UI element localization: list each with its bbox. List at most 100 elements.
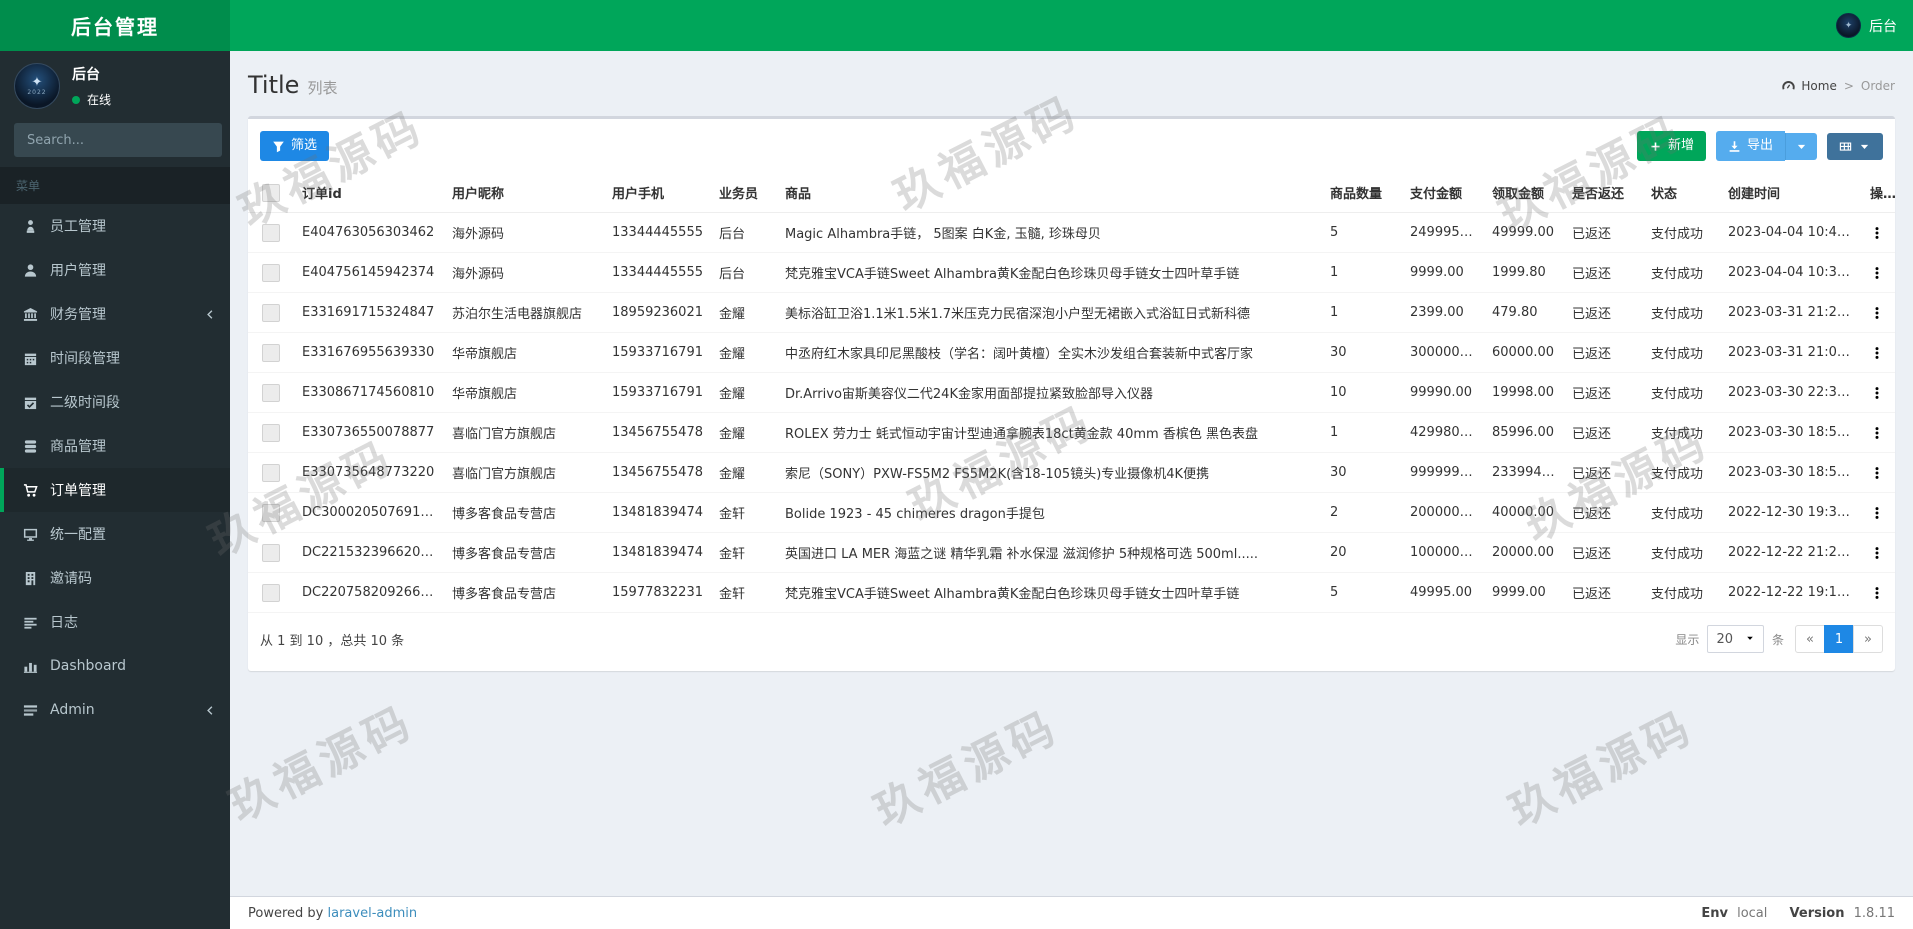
- user-status[interactable]: 在线: [72, 91, 111, 108]
- column-header[interactable]: 操作: [1862, 173, 1895, 213]
- row-actions-icon[interactable]: [1870, 586, 1887, 600]
- cell-nickname: 华帝旗舰店: [444, 332, 604, 373]
- cell-order-id: E331691715324847: [294, 292, 444, 333]
- cell-checkbox: [248, 252, 294, 293]
- row-actions-icon[interactable]: [1870, 506, 1887, 520]
- cell-phone: 15933716791: [604, 332, 711, 373]
- cell-pay-amount: 429980.00: [1402, 412, 1484, 453]
- cell-agent: 金耀: [711, 292, 777, 333]
- avatar: ✦: [1836, 13, 1861, 38]
- column-header[interactable]: 是否返还: [1564, 173, 1643, 213]
- cell-created-at: 2022-12-30 19:36:45: [1720, 492, 1862, 533]
- cell-pay-amount: 200000.00: [1402, 492, 1484, 533]
- row-actions-icon[interactable]: [1870, 546, 1887, 560]
- column-header[interactable]: 用户手机: [604, 173, 711, 213]
- row-checkbox[interactable]: [262, 223, 280, 242]
- cell-pay-amount: 300000.00: [1402, 332, 1484, 373]
- building-icon: [18, 571, 42, 586]
- app-logo[interactable]: 后台管理: [0, 0, 230, 51]
- cell-agent: 金耀: [711, 332, 777, 373]
- row-checkbox[interactable]: [262, 543, 280, 562]
- cell-agent: 金耀: [711, 452, 777, 493]
- row-checkbox[interactable]: [262, 503, 280, 522]
- search-input[interactable]: [14, 123, 210, 157]
- row-actions-icon[interactable]: [1870, 466, 1887, 480]
- user-status-label: 在线: [87, 93, 112, 107]
- export-button[interactable]: 导出: [1715, 131, 1785, 161]
- cell-returned: 已返还: [1564, 292, 1643, 333]
- column-header[interactable]: 创建时间: [1720, 173, 1862, 213]
- cell-pay-amount: 49995.00: [1402, 572, 1484, 613]
- cell-returned: 已返还: [1564, 252, 1643, 293]
- sidebar-item-employee[interactable]: 员工管理: [0, 204, 230, 248]
- cell-order-id: DC30002050769130: [294, 492, 444, 533]
- per-page-select[interactable]: 20: [1707, 625, 1764, 653]
- sidebar-item-admin[interactable]: Admin: [0, 688, 230, 732]
- add-button[interactable]: 新增: [1636, 131, 1706, 161]
- table-row: E404763056303462 海外源码 13344445555 后台 Magic A…: [248, 212, 1895, 253]
- column-header[interactable]: 订单id: [294, 173, 444, 213]
- row-actions-icon[interactable]: [1870, 426, 1887, 440]
- cell-pay-amount: 249995.00: [1402, 212, 1484, 253]
- row-checkbox[interactable]: [262, 463, 280, 482]
- column-selector-button[interactable]: [1827, 132, 1883, 160]
- table-summary: 从 1 到 10 ，总共 10 条: [260, 633, 405, 649]
- sidebar-item-invite-code[interactable]: 邀请码: [0, 556, 230, 600]
- cell-receive-amount: 233994.00: [1484, 452, 1564, 493]
- cell-returned: 已返还: [1564, 532, 1643, 573]
- row-actions-icon[interactable]: [1870, 266, 1887, 280]
- cell-actions: [1862, 492, 1895, 533]
- sidebar-item-label: 订单管理: [50, 483, 106, 499]
- column-header[interactable]: 用户昵称: [444, 173, 604, 213]
- sidebar-item-label: 员工管理: [50, 219, 106, 235]
- cell-actions: [1862, 292, 1895, 333]
- sidebar-item-config[interactable]: 统一配置: [0, 512, 230, 556]
- row-checkbox[interactable]: [262, 343, 280, 362]
- export-dropdown-button[interactable]: [1785, 132, 1817, 160]
- caret-down-icon: [1795, 140, 1808, 153]
- column-header[interactable]: 商品: [777, 173, 1322, 213]
- table-row: DC30002050769130 博多客食品专营店 13481839474 金轩 Bol…: [248, 492, 1895, 533]
- row-checkbox[interactable]: [262, 583, 280, 602]
- column-header[interactable]: 业务员: [711, 173, 777, 213]
- row-checkbox[interactable]: [262, 383, 280, 402]
- breadcrumb-home[interactable]: Home: [1781, 78, 1837, 93]
- pagination-page-1[interactable]: 1: [1824, 625, 1854, 653]
- orders-table: 订单id 用户昵称 用户手机 业务员 商品 商品数量 支付金额 领取金额 是否返还 状态 创建时间操…: [248, 173, 1895, 613]
- avatar-year: 2022: [27, 88, 47, 96]
- sidebar-toggle-icon[interactable]: [230, 0, 266, 51]
- column-header[interactable]: 领取金额: [1484, 173, 1564, 213]
- calendar-check-icon: [18, 395, 42, 410]
- sidebar-item-log[interactable]: 日志: [0, 600, 230, 644]
- cell-created-at: 2022-12-22 21:22:03: [1720, 532, 1862, 573]
- sidebar-item-label: 商品管理: [50, 439, 106, 455]
- row-checkbox[interactable]: [262, 303, 280, 322]
- sidebar-item-product[interactable]: 商品管理: [0, 424, 230, 468]
- nav-user-menu[interactable]: ✦ 后台: [1820, 0, 1913, 51]
- sidebar-menu-label: 菜单: [0, 167, 230, 204]
- sidebar-item-dashboard[interactable]: Dashboard: [0, 644, 230, 688]
- row-actions-icon[interactable]: [1870, 346, 1887, 360]
- pagination-prev[interactable]: «: [1795, 625, 1825, 653]
- cell-product: Magic Alhambra手链， 5图案 白K金, 玉髓, 珍珠母贝: [777, 212, 1322, 253]
- sidebar-item-user[interactable]: 用户管理: [0, 248, 230, 292]
- search-icon[interactable]: [210, 123, 222, 157]
- column-header[interactable]: 支付金额: [1402, 173, 1484, 213]
- select-all-checkbox[interactable]: [262, 183, 280, 202]
- refresh-icon[interactable]: [1792, 0, 1820, 51]
- sidebar-item-finance[interactable]: 财务管理: [0, 292, 230, 336]
- row-checkbox[interactable]: [262, 423, 280, 442]
- laravel-admin-link[interactable]: laravel-admin: [328, 906, 418, 921]
- row-actions-icon[interactable]: [1870, 306, 1887, 320]
- sidebar-item-order[interactable]: 订单管理: [0, 468, 230, 512]
- pagination-next[interactable]: »: [1853, 625, 1883, 653]
- cell-agent: 金耀: [711, 412, 777, 453]
- row-checkbox[interactable]: [262, 263, 280, 282]
- row-actions-icon[interactable]: [1870, 226, 1887, 240]
- sidebar-item-timeslot[interactable]: 时间段管理: [0, 336, 230, 380]
- row-actions-icon[interactable]: [1870, 386, 1887, 400]
- column-header[interactable]: 状态: [1643, 173, 1720, 213]
- filter-button[interactable]: 筛选: [260, 131, 330, 161]
- sidebar-item-sub-timeslot[interactable]: 二级时间段: [0, 380, 230, 424]
- column-header[interactable]: 商品数量: [1322, 173, 1402, 213]
